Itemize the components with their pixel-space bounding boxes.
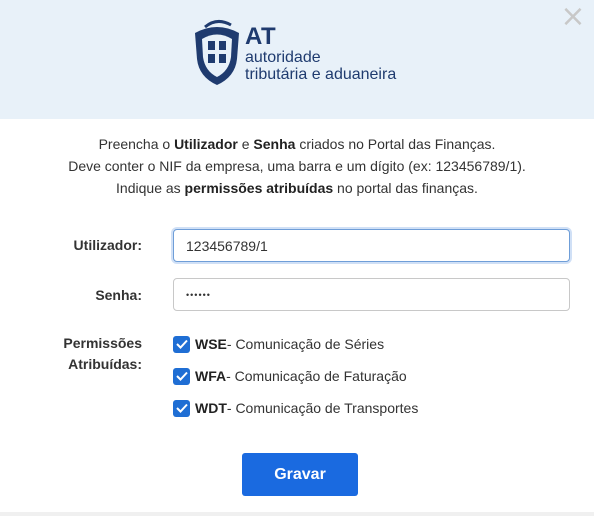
intro-bold-user: Utilizador: [174, 136, 238, 152]
permission-code: WDT: [195, 400, 227, 416]
intro-text-part: e: [237, 136, 254, 152]
intro-line-3: Indique as permissões atribuídas no port…: [0, 177, 594, 199]
intro-text-part: criados no Portal das Finanças.: [295, 136, 496, 152]
intro-line-1: Preencha o Utilizador e Senha criados no…: [0, 133, 594, 155]
checkmark-icon: [175, 371, 188, 381]
checkbox-wfa[interactable]: [173, 367, 190, 385]
permission-wfa[interactable]: WFA - Comunicação de Faturação: [173, 366, 407, 386]
permission-code: WSE: [195, 336, 227, 352]
permission-description: - Comunicação de Faturação: [226, 368, 407, 384]
user-input[interactable]: [173, 229, 570, 262]
modal-header: × AT autoridade tributária e aduaneira: [0, 0, 594, 119]
permission-wdt[interactable]: WDT - Comunicação de Transportes: [173, 398, 418, 418]
intro-text-part: Indique as: [116, 180, 185, 196]
logo-text: AT autoridade tributária e aduaneira: [245, 23, 397, 84]
permission-wse[interactable]: WSE - Comunicação de Séries: [173, 334, 384, 354]
save-button[interactable]: Gravar: [242, 453, 358, 496]
at-logo: AT autoridade tributária e aduaneira: [191, 19, 421, 91]
checkmark-icon: [175, 339, 188, 349]
intro-line-2: Deve conter o NIF da empresa, uma barra …: [68, 158, 526, 174]
at-emblem-icon: [195, 20, 239, 85]
user-label: Utilizador:: [73, 237, 142, 253]
modal-bottom-edge: [0, 512, 594, 516]
permission-code: WFA: [195, 368, 227, 384]
intro-bold-permissions: permissões atribuídas: [184, 180, 334, 196]
logo-line-2: tributária e aduaneira: [245, 66, 397, 83]
permission-description: - Comunicação de Séries: [226, 336, 385, 352]
checkbox-wdt[interactable]: [173, 399, 190, 417]
logo-line-1: autoridade: [245, 49, 321, 66]
checkbox-wse[interactable]: [173, 335, 190, 353]
password-label: Senha:: [95, 287, 142, 303]
intro-text: Preencha o Utilizador e Senha criados no…: [0, 133, 594, 199]
intro-text-part: Preencha o: [98, 136, 175, 152]
close-button[interactable]: ×: [560, 2, 586, 32]
checkmark-icon: [175, 403, 188, 413]
intro-bold-password: Senha: [253, 136, 296, 152]
permission-description: - Comunicação de Transportes: [226, 400, 419, 416]
permissions-label-line-1: Permissões: [63, 335, 142, 351]
permissions-label: Permissões Atribuídas:: [40, 333, 142, 375]
permissions-label-line-2: Atribuídas:: [68, 356, 142, 372]
intro-text-part: no portal das finanças.: [333, 180, 478, 196]
close-icon[interactable]: ×: [560, 0, 585, 34]
password-input[interactable]: [173, 278, 570, 311]
logo-abbr: AT: [245, 23, 277, 50]
